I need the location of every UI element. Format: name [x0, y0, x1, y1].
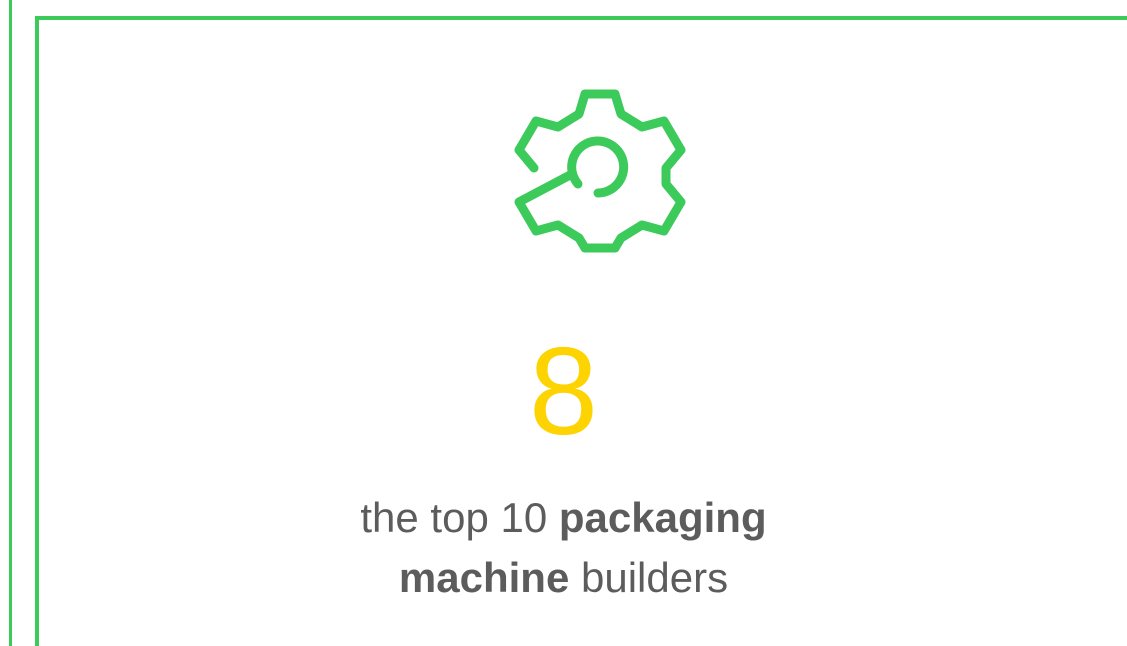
- page: 8 the top 10 packaging machine builders: [0, 0, 1127, 646]
- caption-text: the top 10: [360, 494, 559, 541]
- gear-icon: [514, 89, 686, 253]
- stat-caption: the top 10 packaging machine builders: [0, 488, 1127, 608]
- caption-highlight: machine: [398, 554, 570, 601]
- caption-text: builders: [569, 554, 729, 601]
- stat-number: 8: [529, 323, 598, 461]
- caption-line-1: the top 10 packaging: [0, 488, 1127, 548]
- caption-line-2: machine builders: [0, 548, 1127, 608]
- caption-highlight: packaging: [558, 494, 767, 541]
